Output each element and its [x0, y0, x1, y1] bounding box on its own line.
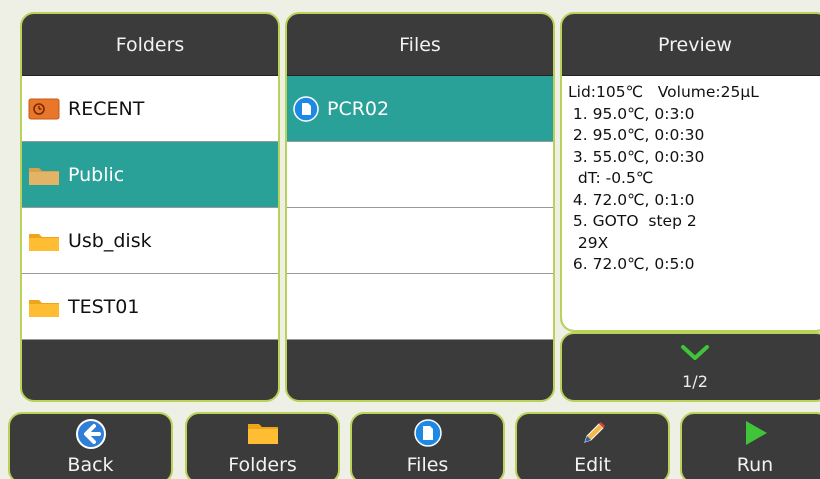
pencil-icon: [578, 418, 608, 452]
back-arrow-icon: [75, 418, 107, 454]
folder-item-recent[interactable]: RECENT: [22, 76, 278, 142]
file-slot-empty: [287, 208, 553, 274]
recent-icon: [28, 98, 60, 120]
chevron-down-icon: [680, 344, 710, 366]
preview-text: Lid:105℃ Volume:25μL 1. 95.0℃, 0:3:0 2. …: [562, 76, 820, 330]
folders-label: Folders: [228, 454, 297, 476]
folder-label: Usb_disk: [68, 229, 152, 252]
page-indicator: 1/2: [682, 372, 708, 391]
files-header: Files: [287, 14, 553, 76]
files-list: PCR02: [287, 76, 553, 340]
preview-line: 4. 72.0℃, 0:1:0: [568, 190, 695, 209]
folder-label: Public: [68, 163, 125, 186]
edit-label: Edit: [574, 454, 611, 476]
folder-item-public[interactable]: Public: [22, 142, 278, 208]
back-button[interactable]: Back: [8, 412, 173, 479]
folder-icon: [246, 418, 280, 450]
folder-item-test01[interactable]: TEST01: [22, 274, 278, 340]
preview-line: 5. GOTO step 2: [568, 212, 697, 230]
preview-line: dT: -0.5℃: [568, 169, 654, 187]
files-button[interactable]: Files: [350, 412, 505, 479]
file-slot-empty: [287, 142, 553, 208]
files-panel: Files PCR02: [285, 12, 555, 402]
file-slot-empty: [287, 274, 553, 340]
file-label: PCR02: [327, 97, 390, 120]
preview-line: 6. 72.0℃, 0:5:0: [568, 255, 695, 273]
run-label: Run: [736, 454, 774, 476]
preview-line: Lid:105℃ Volume:25μL: [568, 83, 759, 101]
folder-label: RECENT: [68, 97, 145, 120]
folder-icon: [28, 230, 60, 252]
preview-line: 29X: [568, 233, 609, 252]
folders-button[interactable]: Folders: [185, 412, 340, 479]
preview-header: Preview: [562, 14, 820, 76]
preview-line: 3. 55.0℃, 0:0:30: [568, 147, 705, 166]
folder-icon: [28, 296, 60, 318]
files-label: Files: [406, 454, 449, 476]
folder-icon: [28, 164, 60, 186]
run-button[interactable]: Run: [680, 412, 820, 479]
file-icon: [413, 418, 443, 452]
file-icon: [293, 95, 319, 122]
folder-label: TEST01: [68, 295, 140, 318]
folders-list: RECENT Public Usb_disk TEST01: [22, 76, 278, 340]
preview-line: 2. 95.0℃, 0:0:30: [568, 126, 705, 144]
preview-panel: Preview Lid:105℃ Volume:25μL 1. 95.0℃, 0…: [560, 12, 820, 332]
folders-header: Folders: [22, 14, 278, 76]
back-label: Back: [67, 454, 114, 476]
next-page-button[interactable]: 1/2: [560, 332, 820, 402]
folders-panel: Folders RECENT Public Usb_disk TEST01: [20, 12, 280, 402]
edit-button[interactable]: Edit: [515, 412, 670, 479]
folder-item-usb-disk[interactable]: Usb_disk: [22, 208, 278, 274]
play-icon: [740, 418, 770, 452]
preview-line: 1. 95.0℃, 0:3:0: [568, 104, 695, 123]
file-item-pcr02[interactable]: PCR02: [287, 76, 553, 142]
